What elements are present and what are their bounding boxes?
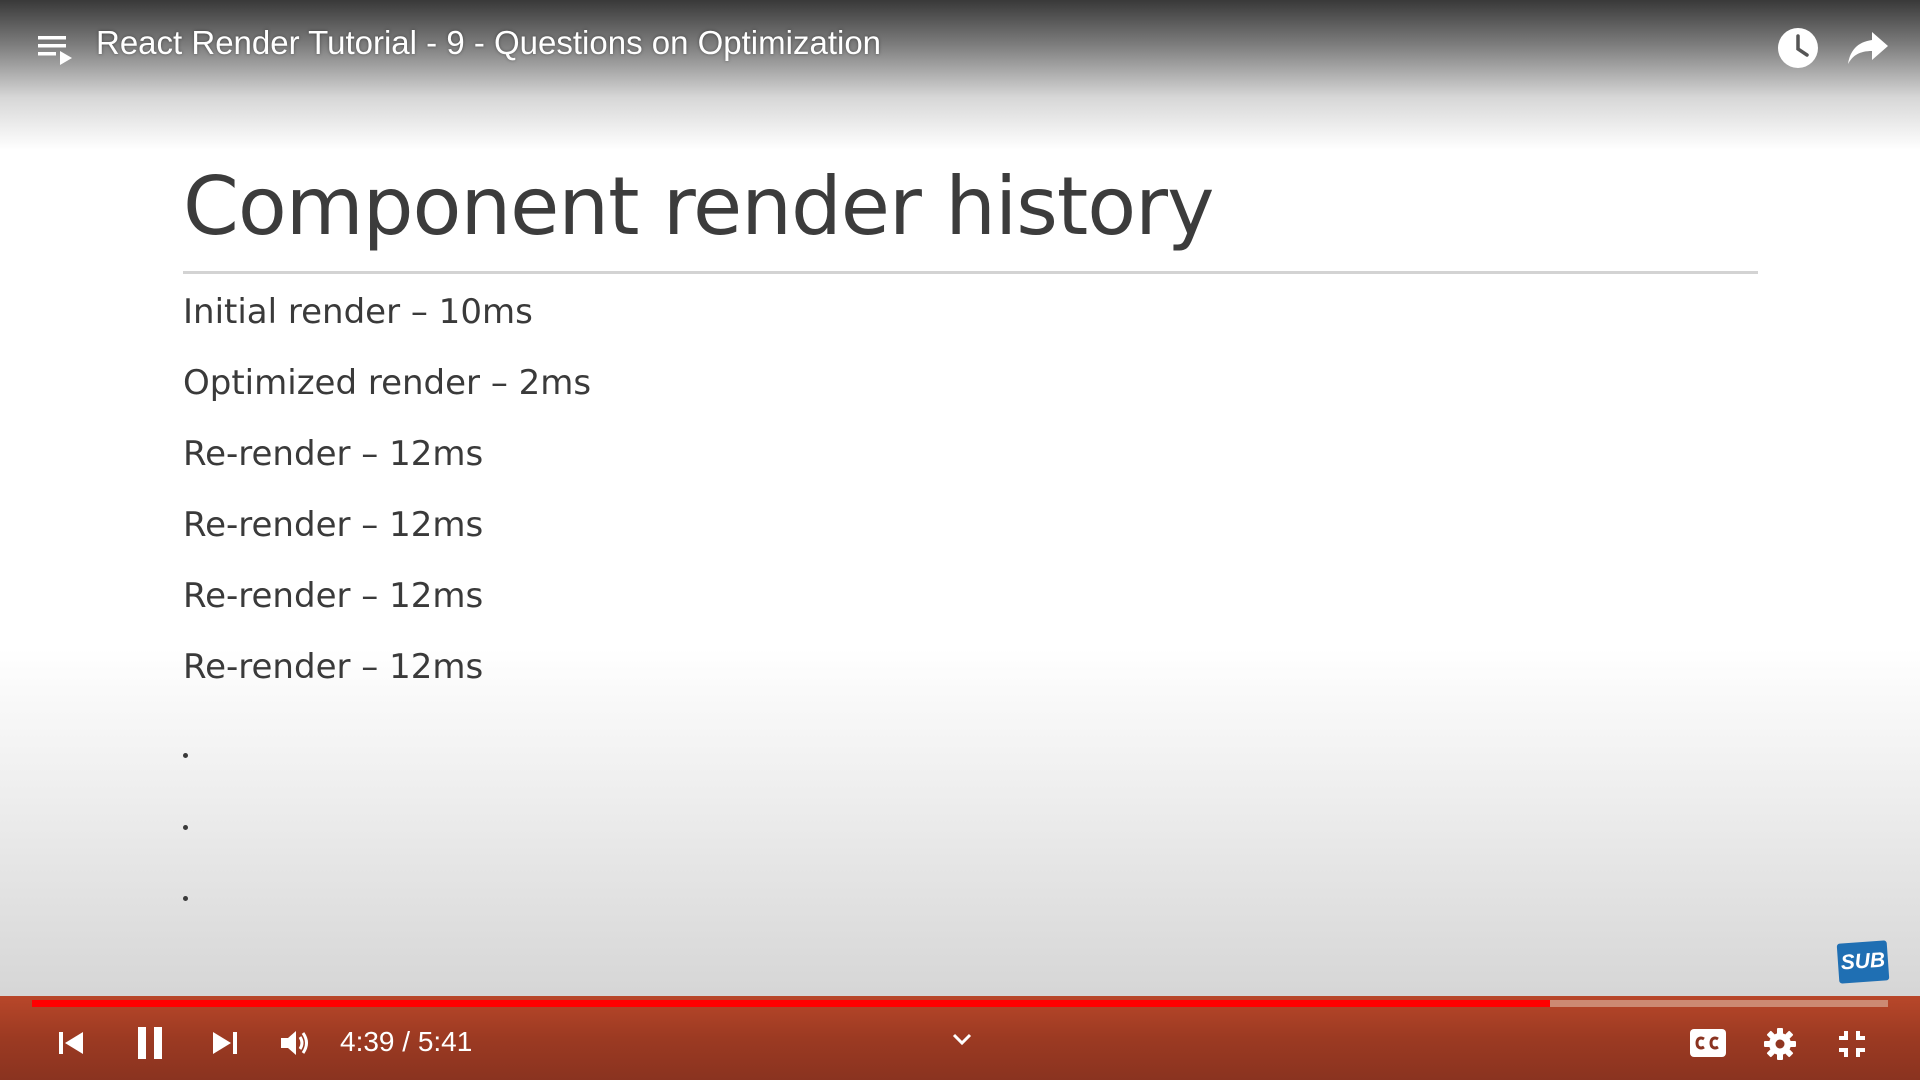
exit-fullscreen-icon [1839, 1031, 1865, 1057]
exit-fullscreen-button[interactable] [1830, 1022, 1874, 1066]
slide-title: Component render history [183, 160, 1214, 253]
closed-captions-icon [1690, 1029, 1726, 1057]
volume-button[interactable] [274, 1022, 316, 1064]
pause-icon [138, 1027, 162, 1059]
time-display: 4:39 / 5:41 [340, 1026, 473, 1057]
next-button[interactable] [204, 1022, 246, 1064]
ellipsis-dot [183, 753, 188, 758]
ellipsis-dot [183, 896, 188, 901]
chevron-down-button[interactable] [944, 1024, 980, 1054]
video-title[interactable]: React Render Tutorial - 9 - Questions on… [96, 24, 881, 62]
pause-button[interactable] [128, 1020, 172, 1066]
subscribe-watermark[interactable]: SUB [1836, 940, 1890, 984]
video-player[interactable]: Component render history Initial render … [0, 0, 1920, 1080]
volume-icon [281, 1031, 308, 1055]
playlist-icon[interactable] [36, 30, 76, 70]
previous-button[interactable] [50, 1022, 92, 1064]
next-icon [213, 1032, 237, 1054]
watch-later-icon[interactable] [1776, 26, 1820, 70]
closed-captions-button[interactable] [1686, 1024, 1730, 1062]
share-icon[interactable] [1846, 28, 1890, 68]
slide-line-re-render: Re-render – 12ms [183, 647, 484, 687]
gear-icon [1764, 1028, 1796, 1060]
slide-line-optimized-render: Optimized render – 2ms [183, 363, 592, 403]
progress-bar[interactable] [32, 1000, 1888, 1007]
top-overlay [0, 0, 1920, 150]
slide-line-re-render: Re-render – 12ms [183, 576, 484, 616]
chevron-down-icon [952, 1033, 972, 1046]
progress-played [32, 1000, 1551, 1007]
slide-line-re-render: Re-render – 12ms [183, 505, 484, 545]
previous-icon [59, 1032, 83, 1054]
slide-line-initial-render: Initial render – 10ms [183, 292, 533, 332]
ellipsis-dot [183, 825, 188, 830]
slide-line-re-render: Re-render – 12ms [183, 434, 484, 474]
settings-button[interactable] [1758, 1022, 1802, 1066]
slide-divider [183, 271, 1758, 274]
